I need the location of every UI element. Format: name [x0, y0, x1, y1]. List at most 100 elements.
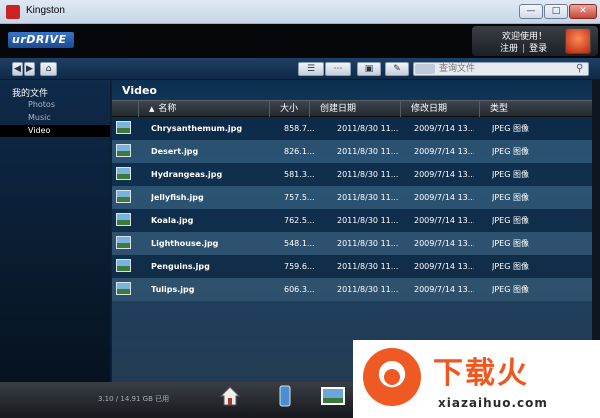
file-created: 2011/8/30 11...: [337, 262, 399, 271]
vertical-scrollbar[interactable]: [592, 80, 600, 382]
file-type: JPEG 图像: [492, 170, 529, 179]
link-separator: |: [522, 44, 526, 54]
file-name: Lighthouse.jpg: [151, 239, 219, 248]
file-modified: 2009/7/14 13...: [414, 239, 474, 248]
file-modified: 2009/7/14 13...: [414, 170, 474, 179]
maximize-button[interactable]: □: [544, 4, 568, 19]
table-row[interactable]: Koala.jpg 762.5... 2011/8/30 11... 2009/…: [112, 209, 592, 232]
file-created: 2011/8/30 11...: [337, 285, 399, 294]
forward-icon: ▶: [26, 64, 33, 74]
file-modified: 2009/7/14 13...: [414, 147, 474, 156]
image-file-icon: [116, 121, 131, 134]
search-icon[interactable]: ⚲: [576, 63, 583, 74]
search-input[interactable]: [439, 63, 573, 75]
sidebar: 我的文件 Photos Music Video: [0, 80, 111, 382]
back-button[interactable]: ◀: [12, 62, 23, 76]
file-modified: 2009/7/14 13...: [414, 216, 474, 225]
file-modified: 2009/7/14 13...: [414, 262, 474, 271]
list-view-icon: ☰: [306, 64, 316, 74]
rename-button[interactable]: ✎: [385, 62, 409, 76]
column-size[interactable]: 大小: [269, 101, 309, 117]
table-row[interactable]: Hydrangeas.jpg 581.3... 2011/8/30 11... …: [112, 163, 592, 186]
sidebar-item-video[interactable]: Video: [0, 125, 110, 137]
window-title: Kingston: [26, 5, 65, 16]
grid-view-button[interactable]: ⋯: [325, 62, 351, 76]
file-size: 548.1...: [284, 239, 315, 248]
register-link[interactable]: 注册: [500, 44, 518, 54]
image-file-icon: [116, 236, 131, 249]
file-name: Chrysanthemum.jpg: [151, 124, 243, 133]
home-icon: ⌂: [45, 64, 52, 74]
column-created[interactable]: 创建日期: [309, 101, 400, 117]
image-file-icon: [116, 259, 131, 272]
file-name: Koala.jpg: [151, 216, 194, 225]
window-titlebar: Kingston — □ ✕: [0, 0, 600, 24]
sidebar-root-my-files[interactable]: 我的文件: [12, 86, 48, 99]
table-row[interactable]: Jellyfish.jpg 757.5... 2011/8/30 11... 2…: [112, 186, 592, 209]
back-icon: ◀: [14, 64, 21, 74]
photo-icon[interactable]: [320, 384, 345, 408]
close-button[interactable]: ✕: [569, 4, 597, 19]
table-row[interactable]: Chrysanthemum.jpg 858.7... 2011/8/30 11.…: [112, 117, 592, 140]
watermark-url: xiazaihuo.com: [438, 396, 548, 410]
file-created: 2011/8/30 11...: [337, 147, 399, 156]
badge-dot: [384, 369, 400, 385]
maximize-icon: □: [551, 6, 561, 16]
user-panel: 欢迎使用！ 注册 | 登录: [472, 26, 598, 56]
column-modified[interactable]: 修改日期: [400, 101, 479, 117]
file-created: 2011/8/30 11...: [337, 170, 399, 179]
column-type[interactable]: 类型: [479, 101, 592, 117]
forward-button[interactable]: ▶: [24, 62, 35, 76]
kingston-app-icon: [6, 5, 20, 19]
file-name: Penguins.jpg: [151, 262, 210, 271]
file-modified: 2009/7/14 13...: [414, 285, 474, 294]
file-type: JPEG 图像: [492, 193, 529, 202]
folder-title: Video: [122, 84, 157, 97]
file-type: JPEG 图像: [492, 147, 529, 156]
table-row[interactable]: Tulips.jpg 606.3... 2011/8/30 11... 2009…: [112, 278, 592, 301]
sidebar-item-photos[interactable]: Photos: [0, 99, 110, 111]
image-file-icon: [116, 190, 131, 203]
minimize-icon: —: [526, 6, 536, 16]
image-file-icon: [116, 282, 131, 295]
file-modified: 2009/7/14 13...: [414, 124, 474, 133]
file-type: JPEG 图像: [492, 262, 529, 271]
rename-icon: ✎: [393, 64, 401, 74]
table-row[interactable]: Desert.jpg 826.1... 2011/8/30 11... 2009…: [112, 140, 592, 163]
file-size: 762.5...: [284, 216, 315, 225]
file-type: JPEG 图像: [492, 124, 529, 133]
home-button[interactable]: ⌂: [40, 62, 57, 76]
search-scope-dropdown[interactable]: [415, 64, 435, 74]
sidebar-item-music[interactable]: Music: [0, 112, 110, 124]
image-file-icon: [116, 144, 131, 157]
file-size: 759.6...: [284, 262, 315, 271]
file-created: 2011/8/30 11...: [337, 216, 399, 225]
watermark: 下载火 xiazaihuo.com: [353, 340, 600, 418]
avatar[interactable]: [565, 28, 591, 54]
file-size: 606.3...: [284, 285, 315, 294]
login-link[interactable]: 登录: [529, 44, 547, 54]
file-name: Jellyfish.jpg: [151, 193, 204, 202]
minimize-button[interactable]: —: [519, 4, 543, 19]
capacity-readout: 3.10 / 14.91 GB 已用: [98, 395, 170, 403]
file-created: 2011/8/30 11...: [337, 239, 399, 248]
column-name[interactable]: ▲ 名称: [138, 101, 269, 117]
file-modified: 2009/7/14 13...: [414, 193, 474, 202]
app-header: urDRIVE 欢迎使用！ 注册 | 登录: [0, 24, 600, 58]
list-view-button[interactable]: ☰: [298, 62, 324, 76]
file-type: JPEG 图像: [492, 285, 529, 294]
table-row[interactable]: Lighthouse.jpg 548.1... 2011/8/30 11... …: [112, 232, 592, 255]
search-box: ⚲: [413, 62, 589, 76]
image-file-icon: [116, 167, 131, 180]
urdrive-logo: urDRIVE: [8, 32, 74, 48]
close-icon: ✕: [579, 6, 587, 16]
home-icon[interactable]: [219, 384, 241, 408]
phone-icon[interactable]: [274, 384, 296, 408]
image-file-icon: [116, 213, 131, 226]
new-folder-icon: ▣: [364, 64, 374, 74]
file-size: 581.3...: [284, 170, 315, 179]
new-folder-button[interactable]: ▣: [357, 62, 381, 76]
file-size: 858.7...: [284, 124, 315, 133]
toolbar: ◀ ▶ ⌂ ☰ ⋯ ▣ ✎ ⚲: [0, 58, 600, 80]
table-row[interactable]: Penguins.jpg 759.6... 2011/8/30 11... 20…: [112, 255, 592, 278]
